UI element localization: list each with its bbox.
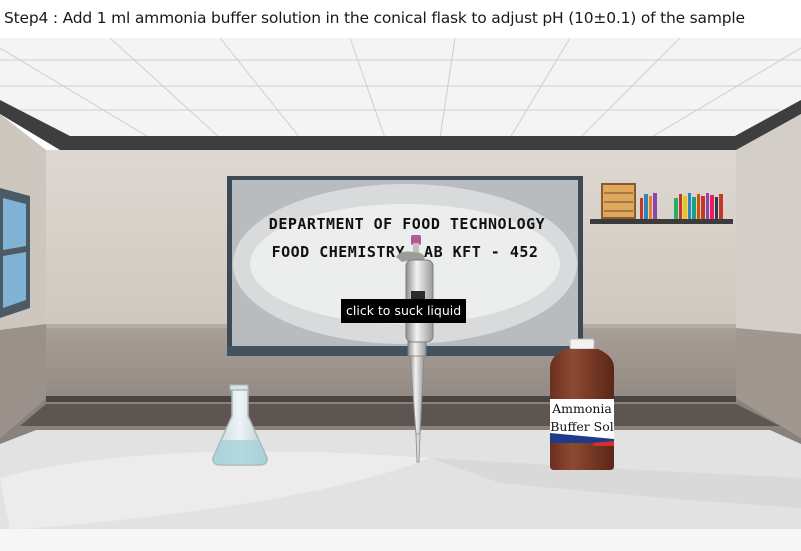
right-wall [736, 114, 801, 438]
board-title-line: DEPARTMENT OF FOOD TECHNOLOGY [269, 215, 545, 233]
lab-scene: DEPARTMENT OF FOOD TECHNOLOGY FOOD CHEMI… [0, 38, 801, 551]
window [0, 188, 30, 318]
ceiling [0, 38, 801, 156]
bottle-label-line1: Ammonia [551, 401, 612, 416]
lab-bench [0, 430, 801, 551]
department-board: DEPARTMENT OF FOOD TECHNOLOGY FOOD CHEMI… [227, 176, 583, 356]
pipette-tooltip: click to suck liquid [341, 299, 467, 323]
instruction-header: Step4 : Add 1 ml ammonia buffer solution… [0, 0, 801, 38]
bottle-label-line2: Buffer Sol [550, 419, 614, 434]
step-instruction: Step4 : Add 1 ml ammonia buffer solution… [4, 9, 745, 27]
ammonia-buffer-bottle[interactable]: Ammonia Buffer Sol [550, 338, 614, 470]
